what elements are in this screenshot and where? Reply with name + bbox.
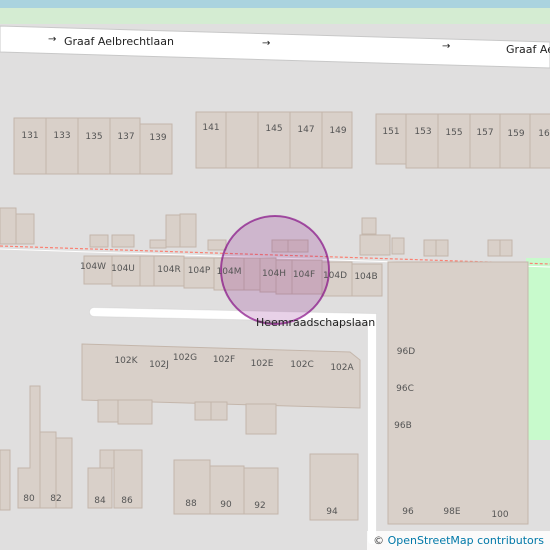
house-number: 90 [220,500,232,510]
attribution-link[interactable]: OpenStreetMap contributors [388,534,544,547]
house-number: 139 [149,133,167,143]
street-label-graaf-aelbrechtlaan: Graaf Aelbrechtlaan [64,35,174,48]
oneway-arrow-icon: → [48,34,57,45]
house-number: 102F [212,355,236,365]
house-number: 141 [202,123,220,133]
house-number: 96B [394,421,412,431]
house-number: 96 [402,507,414,517]
house-number: 133 [53,131,71,141]
house-number: 102K [114,356,138,366]
house-number: 149 [329,126,347,136]
house-number: 104M [216,267,242,277]
house-number: 86 [121,496,133,506]
house-number: 84 [94,496,106,506]
house-number: 104W [79,262,107,272]
buildings-102-annex [97,399,277,435]
house-number: 151 [382,127,400,137]
house-number: 102J [149,360,169,370]
house-number: 104H [262,269,286,279]
park-area [526,258,550,440]
house-number: 80 [23,494,35,504]
house-number: 102G [172,353,198,363]
house-number: 155 [445,128,463,138]
map-attribution: © OpenStreetMap contributors [367,531,550,550]
house-number: 16 [538,129,550,139]
house-number: 104U [111,264,135,274]
map-view[interactable]: → Graaf Aelbrechtlaan → → Graaf Aelbrech… [0,0,550,550]
building-102 [81,343,361,409]
house-number: 98E [443,507,461,517]
copyright-symbol: © [373,534,385,547]
grass-verge [0,8,550,24]
house-number: 104P [187,266,211,276]
street-label-heemraadschapslaan: Heemraadschapslaan [256,316,376,329]
house-number: 104F [292,270,316,280]
house-number: 102E [250,359,274,369]
house-number: 104B [354,272,378,282]
house-number: 96C [396,384,414,394]
house-number: 137 [117,132,135,142]
house-number: 131 [21,131,39,141]
house-number: 102A [330,363,354,373]
house-number: 153 [414,127,432,137]
oneway-arrow-icon: → [442,41,451,52]
house-number: 94 [326,507,338,517]
buildings-top-row [13,111,550,175]
house-number: 100 [491,510,509,520]
house-number: 135 [85,132,103,142]
street-label-graaf-aelbrechtlaan-repeat: Graaf Aelbrechtlaan [506,43,550,56]
oneway-arrow-icon: → [262,38,271,49]
house-number: 82 [50,494,62,504]
house-number: 157 [476,128,494,138]
house-number: 104D [322,271,348,281]
water-canal [0,0,550,8]
house-number: 88 [185,499,197,509]
house-number: 96D [396,347,416,357]
house-number: 159 [507,129,525,139]
house-number: 104R [157,265,181,275]
house-number: 102C [290,360,314,370]
house-number: 147 [297,125,315,135]
house-number: 92 [254,501,266,511]
house-number: 145 [265,124,283,134]
